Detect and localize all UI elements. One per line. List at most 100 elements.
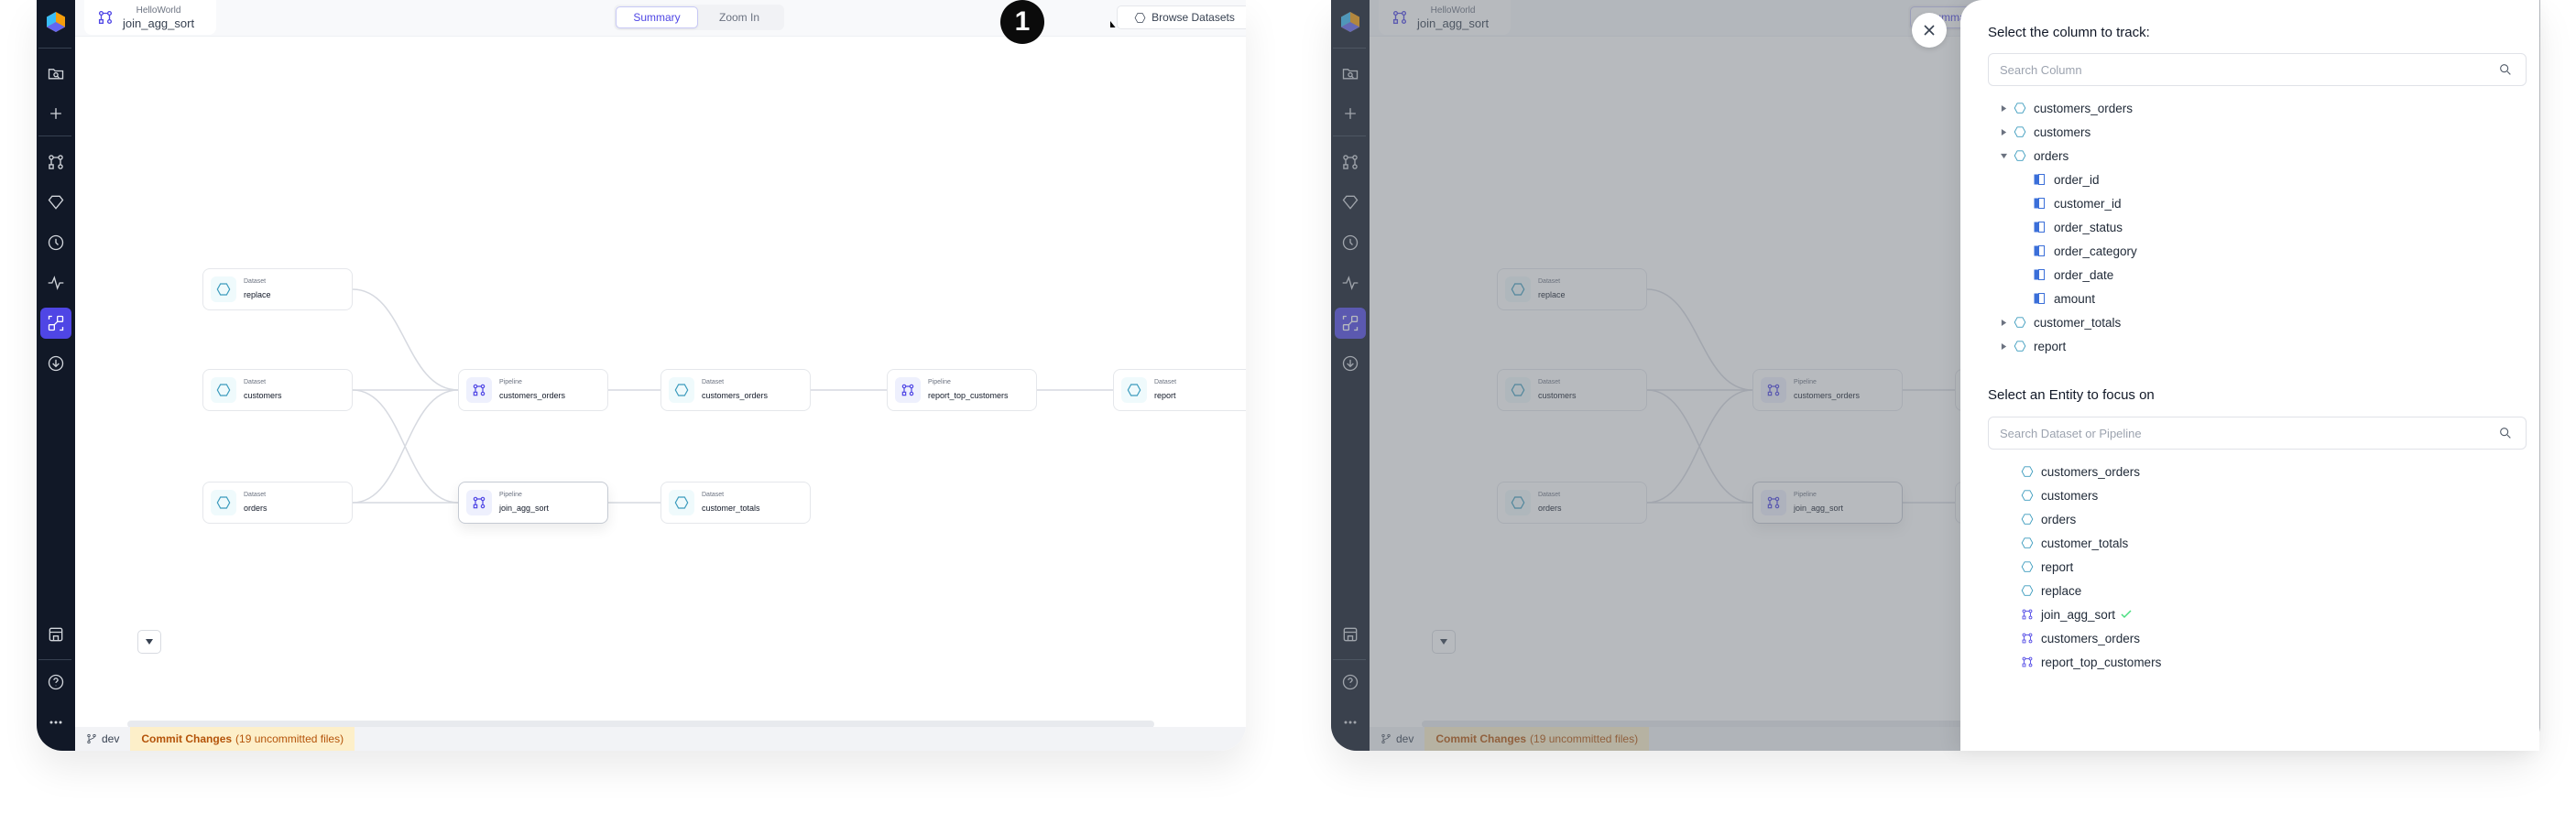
node-dataset-customers[interactable]: Dataset customers [202,369,353,411]
entity-item-dataset[interactable]: customer_totals [2017,531,2161,555]
column-item-order-category[interactable]: order_category [1997,239,2137,263]
sidebar-item-help[interactable] [40,667,71,698]
dataset-hexagon-icon [674,496,689,509]
node-type: Dataset [1538,379,1561,385]
app-logo-icon [47,12,65,32]
column-item-amount[interactable]: amount [1997,287,2137,310]
sidebar-item-create[interactable] [40,98,71,129]
sidebar-item-marketplace[interactable] [1335,619,1366,650]
sidebar-item-observability[interactable] [40,267,71,298]
entity-item-dataset[interactable]: customers [2017,483,2161,507]
dataset-hexagon-icon [1134,12,1146,23]
commit-changes-button[interactable]: Commit Changes (19 uncommitted files) [130,727,355,751]
plus-icon [1345,108,1356,119]
sidebar-item-gems[interactable] [1335,187,1366,218]
dataset-hexagon-icon [1511,283,1525,296]
sidebar-item-download[interactable] [1335,348,1366,379]
entity-item-pipeline[interactable]: report_top_customers [2017,650,2161,674]
tree-item-orders[interactable]: orders [1997,144,2137,168]
sidebar-item-browse-files[interactable] [40,58,71,89]
caret-down-icon[interactable] [1997,153,2010,159]
caret-right-icon[interactable] [1997,104,2010,112]
sidebar-item-pipelines[interactable] [1335,146,1366,178]
column-item-order-id[interactable]: order_id [1997,168,2137,191]
browse-datasets-button[interactable]: Browse Datasets [1117,5,1246,29]
sidebar-item-observability[interactable] [1335,267,1366,298]
column-section-title: Select the column to track: [1988,25,2150,40]
node-dataset-orders[interactable]: Dataset orders [202,482,353,524]
column-label: order_category [2054,244,2137,258]
commit-label: Commit Changes [1435,732,1527,745]
node-pipeline-customers-orders[interactable]: Pipeline customers_orders [1752,369,1903,411]
sidebar-item-jobs[interactable] [40,227,71,258]
column-search-input[interactable] [2000,62,2498,77]
commit-changes-button[interactable]: Commit Changes (19 uncommitted files) [1424,727,1650,751]
node-pipeline-customers-orders[interactable]: Pipeline customers_orders [458,369,608,411]
node-type: Dataset [1154,379,1177,385]
node-dataset-customers-orders[interactable]: Dataset customers_orders [660,369,811,411]
zoom-dropdown-button[interactable] [1432,630,1456,654]
node-pipeline-join-agg-sort[interactable]: Pipeline join_agg_sort [458,482,608,524]
sidebar-item-more[interactable] [40,707,71,738]
node-pipeline-report-top-customers[interactable]: Pipeline report_top_customers [887,369,1037,411]
node-dataset-report[interactable]: Dataset report [1113,369,1246,411]
breadcrumb[interactable]: HelloWorld join_agg_sort [84,0,216,35]
node-pipeline-join-agg-sort[interactable]: Pipeline join_agg_sort [1752,482,1903,524]
column-search-field[interactable] [1988,53,2527,86]
entity-item-pipeline-selected[interactable]: join_agg_sort [2017,602,2161,626]
more-horizontal-icon [1344,721,1357,724]
sidebar-item-browse-files[interactable] [1335,58,1366,89]
entity-item-dataset[interactable]: report [2017,555,2161,579]
tab-summary[interactable]: Summary [616,6,698,28]
branch-selector[interactable]: dev [1381,732,1414,745]
caret-right-icon[interactable] [1997,319,2010,326]
sidebar-item-create[interactable] [1335,98,1366,129]
node-dataset-orders[interactable]: Dataset orders [1497,482,1647,524]
node-dataset-replace[interactable]: Dataset replace [202,268,353,310]
pipeline-icon [473,384,486,396]
help-circle-icon [48,674,64,690]
sidebar-item-gems[interactable] [40,187,71,218]
node-dataset-replace[interactable]: Dataset replace [1497,268,1647,310]
folder-search-icon [48,69,64,80]
tree-item-customers-orders[interactable]: customers_orders [1997,96,2137,120]
close-drawer-button[interactable] [1912,13,1947,48]
column-item-order-status[interactable]: order_status [1997,215,2137,239]
caret-right-icon[interactable] [1997,342,2010,350]
zoom-dropdown-button[interactable] [137,630,161,654]
lineage-canvas[interactable]: Dataset replace Dataset customers Dataset o… [75,38,1246,727]
column-item-customer-id[interactable]: customer_id [1997,191,2137,215]
tree-item-customers[interactable]: customers [1997,120,2137,144]
node-dataset-customer-totals[interactable]: Dataset customer_totals [660,482,811,524]
entity-item-pipeline[interactable]: customers_orders [2017,626,2161,650]
sidebar-item-lineage[interactable] [1335,308,1366,339]
sidebar-item-help[interactable] [1335,667,1366,698]
tree-item-report[interactable]: report [1997,334,2137,358]
entity-section-title: Select an Entity to focus on [1988,387,2155,403]
tab-zoom-in[interactable]: Zoom In [698,6,780,28]
entity-search-input[interactable] [2000,426,2498,440]
entity-label: join_agg_sort [2041,607,2116,622]
node-type: Dataset [702,492,725,498]
column-item-order-date[interactable]: order_date [1997,263,2137,287]
node-type: Dataset [244,492,267,498]
dataset-hexagon-icon [1511,384,1525,396]
sidebar-item-download[interactable] [40,348,71,379]
entity-item-dataset[interactable]: replace [2017,579,2161,602]
breadcrumb[interactable]: HelloWorld join_agg_sort [1379,0,1511,35]
caret-right-icon[interactable] [1997,128,2010,136]
entity-search-field[interactable] [1988,417,2527,450]
sidebar-item-more[interactable] [1335,707,1366,738]
entity-item-dataset[interactable]: customers_orders [2017,460,2161,483]
pipeline-icon [2021,632,2034,645]
entity-item-dataset[interactable]: orders [2017,507,2161,531]
sidebar-item-pipelines[interactable] [40,146,71,178]
node-name: customers [244,391,282,400]
branch-selector[interactable]: dev [86,732,119,745]
sidebar-item-jobs[interactable] [1335,227,1366,258]
node-dataset-customers[interactable]: Dataset customers [1497,369,1647,411]
sidebar-item-marketplace[interactable] [40,619,71,650]
tree-item-customer-totals[interactable]: customer_totals [1997,310,2137,334]
sidebar-item-lineage[interactable] [40,308,71,339]
dataset-hexagon-icon [1511,496,1525,509]
